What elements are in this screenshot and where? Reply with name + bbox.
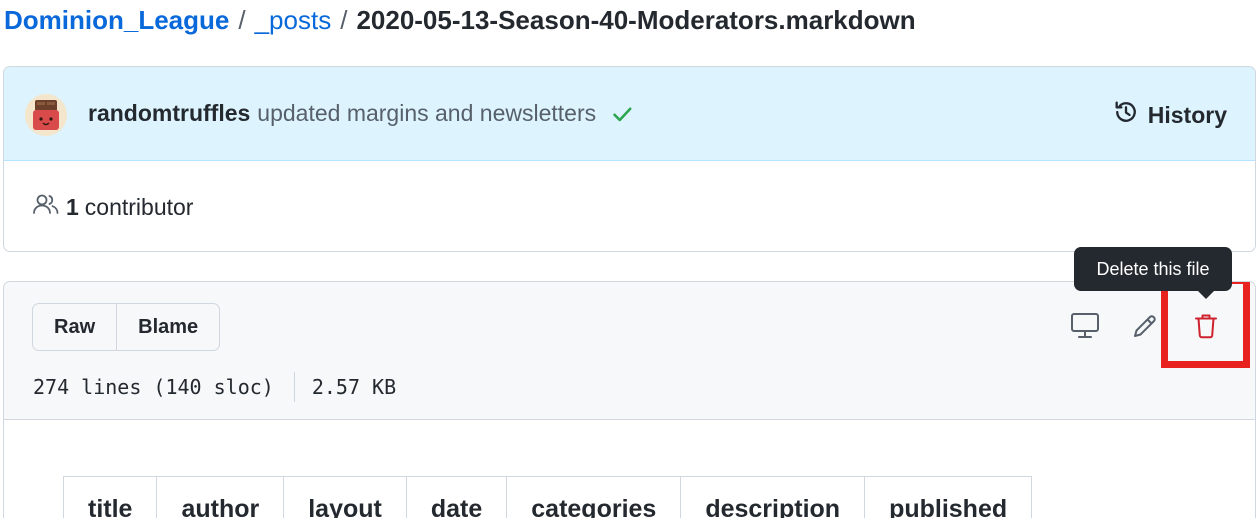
table-header-cell: description <box>680 476 866 518</box>
blame-button[interactable]: Blame <box>116 304 219 350</box>
commit-author-link[interactable]: randomtruffles <box>88 100 250 127</box>
check-icon[interactable] <box>610 102 634 126</box>
breadcrumb-file-name: 2020-05-13-Season-40-Moderators.markdown <box>356 4 916 35</box>
latest-commit-box: randomtruffles updated margins and newsl… <box>3 66 1256 252</box>
table-header-cell: author <box>156 476 285 518</box>
delete-tooltip: Delete this file <box>1074 247 1232 291</box>
page: Dominion_League / _posts / 2020-05-13-Se… <box>0 0 1258 518</box>
breadcrumb-separator: / <box>238 4 246 35</box>
history-label: History <box>1147 101 1227 128</box>
table-header-cell: date <box>405 476 508 518</box>
desktop-icon <box>1070 312 1100 345</box>
contributors-row: 1 contributor <box>32 192 193 222</box>
history-icon <box>1112 98 1140 132</box>
commit-header: randomtruffles updated margins and newsl… <box>4 67 1255 161</box>
table-header-row: title author layout date categories desc… <box>62 476 1033 518</box>
table-header-cell: layout <box>283 476 407 518</box>
table-header-cell: title <box>62 476 158 518</box>
file-header: Raw Blame 274 lines (140 sloc) 2.57 KB <box>4 282 1255 420</box>
file-actions-group: Raw Blame <box>32 303 221 351</box>
breadcrumb-separator: / <box>340 4 348 35</box>
file-view-box: Raw Blame 274 lines (140 sloc) 2.57 KB t… <box>3 281 1256 518</box>
raw-button[interactable]: Raw <box>33 304 116 350</box>
divider <box>293 372 295 402</box>
breadcrumb-repo-link[interactable]: Dominion_League <box>4 5 229 36</box>
table-header-cell: published <box>864 476 1033 518</box>
file-info: 274 lines (140 sloc) 2.57 KB <box>33 372 396 402</box>
file-size: 2.57 KB <box>311 375 397 399</box>
commit-message-link[interactable]: updated margins and newsletters <box>257 100 596 127</box>
edit-file-button[interactable] <box>1125 308 1165 348</box>
contributor-label[interactable]: contributor <box>85 194 194 221</box>
tooltip-arrow <box>1197 290 1215 299</box>
display-source-button[interactable] <box>1065 308 1105 348</box>
contributor-count[interactable]: 1 <box>66 194 79 221</box>
file-lines: 274 lines (140 sloc) <box>33 375 274 399</box>
front-matter-table: title author layout date categories desc… <box>62 476 1033 518</box>
breadcrumb-folder-link[interactable]: _posts <box>255 5 332 36</box>
history-link[interactable]: History <box>1112 98 1227 132</box>
breadcrumb: Dominion_League / _posts / 2020-05-13-Se… <box>4 2 916 38</box>
commit-summary: randomtruffles updated margins and newsl… <box>88 100 634 127</box>
avatar[interactable] <box>25 94 67 136</box>
table-header-cell: categories <box>506 476 682 518</box>
pencil-icon <box>1131 312 1159 345</box>
people-icon <box>32 192 60 222</box>
